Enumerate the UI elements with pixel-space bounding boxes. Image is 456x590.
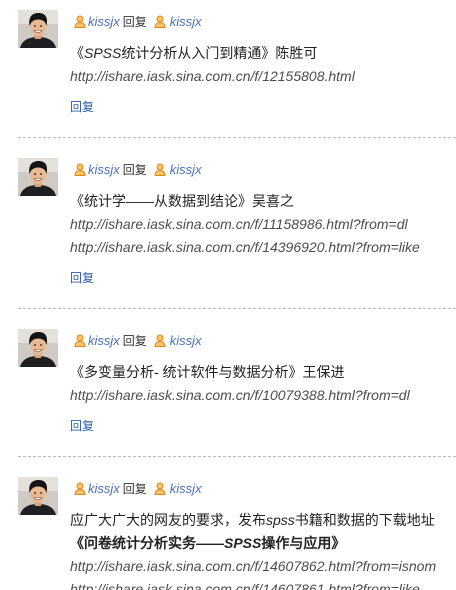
reply-to-link[interactable]: kissjx: [170, 333, 202, 348]
download-url: http://ishare.iask.sina.com.cn/f/1115898…: [70, 216, 408, 232]
user-icon: [74, 163, 86, 176]
avatar-photo: [18, 477, 58, 515]
text-segment: 《多变量分析- 统计软件与数据分析》王保进: [70, 364, 345, 380]
avatar-photo: [18, 158, 58, 196]
avatar-photo: [18, 329, 58, 367]
text-segment: 应广大广大的网友的要求，发布: [70, 512, 266, 528]
download-url: http://ishare.iask.sina.com.cn/f/1439692…: [70, 239, 420, 255]
reply-to-link[interactable]: kissjx: [170, 162, 202, 177]
author-link[interactable]: kissjx: [88, 14, 120, 29]
comment-item: kissjx 回复 kissjx 《SPSS统计分析从入门到精通》陈胜可 htt…: [0, 0, 456, 119]
comment-header: kissjx 回复 kissjx: [74, 158, 456, 180]
text-segment: 书籍和数据的下载地址: [294, 512, 435, 528]
comment-header: kissjx 回复 kissjx: [74, 477, 456, 499]
user-icon: [154, 163, 166, 176]
reply-label: 回复: [122, 333, 147, 348]
comment-text-line: 《多变量分析- 统计软件与数据分析》王保进: [70, 361, 456, 384]
text-segment-italic: spss: [266, 512, 295, 528]
author-link[interactable]: kissjx: [88, 162, 120, 177]
user-icon: [154, 15, 166, 28]
comment-body: 《SPSS统计分析从入门到精通》陈胜可 http://ishare.iask.s…: [70, 42, 456, 88]
text-segment: 《问卷统计分析实务——: [70, 535, 224, 551]
avatar[interactable]: [18, 477, 58, 515]
download-url: http://ishare.iask.sina.com.cn/f/1460786…: [70, 558, 437, 574]
comment-text-line: 应广大广大的网友的要求，发布spss书籍和数据的下载地址: [70, 509, 456, 532]
author-link[interactable]: kissjx: [88, 333, 120, 348]
text-segment-italic: SPSS: [224, 535, 262, 551]
avatar[interactable]: [18, 158, 58, 196]
comment-body: 《多变量分析- 统计软件与数据分析》王保进 http://ishare.iask…: [70, 361, 456, 407]
comment-header: kissjx 回复 kissjx: [74, 329, 456, 351]
reply-to-link[interactable]: kissjx: [170, 481, 202, 496]
comment-text-line: 《统计学——从数据到结论》吴喜之: [70, 190, 456, 213]
avatar[interactable]: [18, 329, 58, 367]
comment-header: kissjx 回复 kissjx: [74, 10, 456, 32]
reply-button[interactable]: 回复: [70, 415, 94, 438]
user-icon: [74, 482, 86, 495]
text-segment: 《: [70, 45, 84, 61]
divider: [18, 456, 456, 457]
download-url: http://ishare.iask.sina.com.cn/f/1215580…: [70, 68, 355, 84]
reply-label: 回复: [122, 162, 147, 177]
comment-item: kissjx 回复 kissjx 《多变量分析- 统计软件与数据分析》王保进 h…: [0, 319, 456, 438]
reply-label: 回复: [122, 14, 147, 29]
comment-text-line: 《SPSS统计分析从入门到精通》陈胜可: [70, 42, 456, 65]
text-segment: 统计分析从入门到精通》陈胜可: [121, 45, 318, 61]
user-icon: [74, 334, 86, 347]
comment-item: kissjx 回复 kissjx 应广大广大的网友的要求，发布spss书籍和数据…: [0, 467, 456, 590]
comment-body: 《统计学——从数据到结论》吴喜之 http://ishare.iask.sina…: [70, 190, 456, 259]
comment-body: 应广大广大的网友的要求，发布spss书籍和数据的下载地址 《问卷统计分析实务——…: [70, 509, 456, 590]
download-url: http://ishare.iask.sina.com.cn/f/1007938…: [70, 387, 410, 403]
divider: [18, 137, 456, 138]
text-segment-italic: SPSS: [84, 45, 122, 61]
reply-button[interactable]: 回复: [70, 96, 94, 119]
text-segment: 操作与应用》: [261, 535, 346, 551]
book-title-line: 《问卷统计分析实务——SPSS操作与应用》: [70, 532, 456, 555]
user-icon: [154, 482, 166, 495]
user-icon: [154, 334, 166, 347]
user-icon: [74, 15, 86, 28]
avatar-photo: [18, 10, 58, 48]
download-url: http://ishare.iask.sina.com.cn/f/1460786…: [70, 581, 420, 590]
reply-button[interactable]: 回复: [70, 267, 94, 290]
text-segment: 《统计学——从数据到结论》吴喜之: [70, 193, 294, 209]
author-link[interactable]: kissjx: [88, 481, 120, 496]
divider: [18, 308, 456, 309]
comment-item: kissjx 回复 kissjx 《统计学——从数据到结论》吴喜之 http:/…: [0, 148, 456, 290]
reply-label: 回复: [122, 481, 147, 496]
reply-to-link[interactable]: kissjx: [170, 14, 202, 29]
avatar[interactable]: [18, 10, 58, 48]
